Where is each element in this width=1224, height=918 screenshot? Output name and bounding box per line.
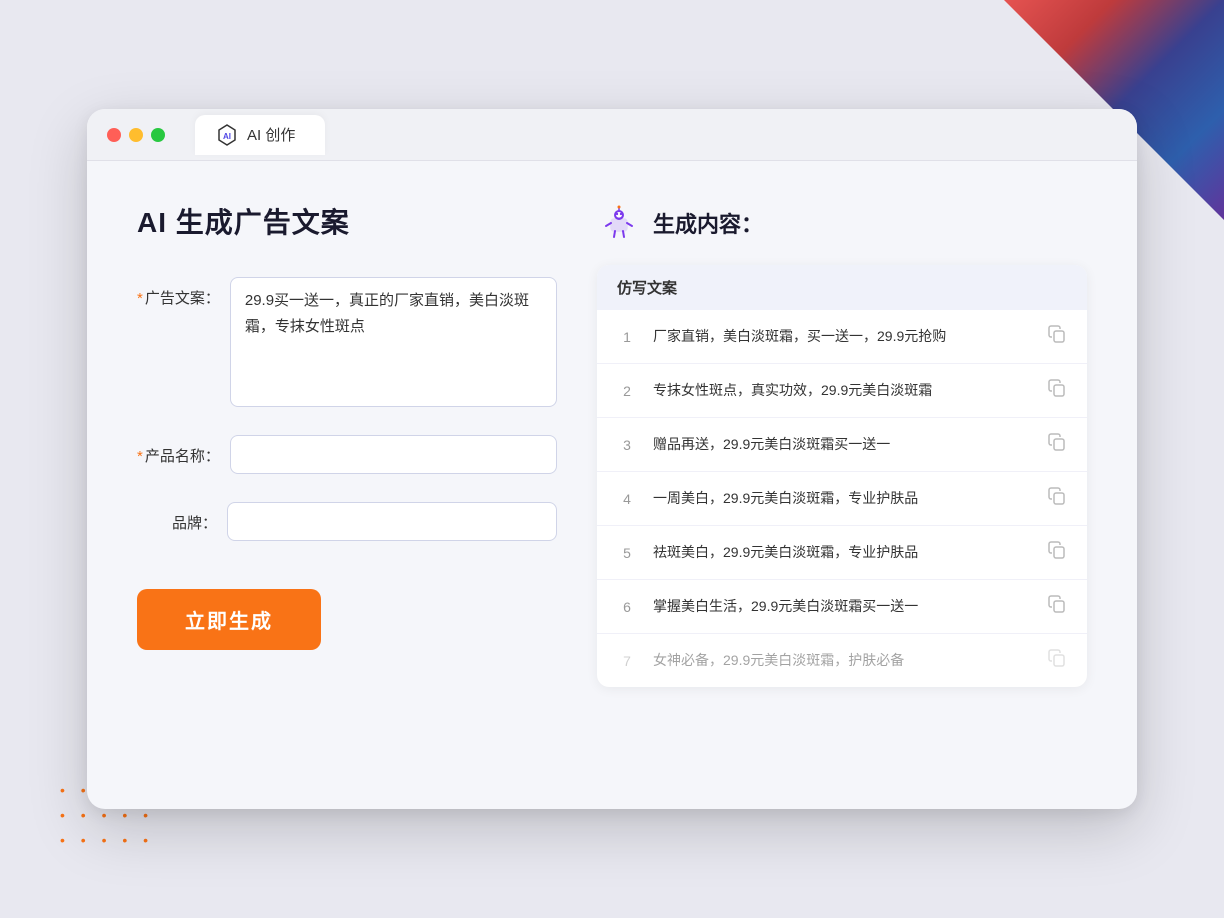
browser-chrome: AI AI 创作 (87, 109, 1137, 161)
result-row: 4 一周美白，29.9元美白淡斑霜，专业护肤品 (597, 472, 1087, 526)
main-content: AI 生成广告文案 *广告文案： 29.9买一送一，真正的厂家直销，美白淡斑霜，… (87, 161, 1137, 801)
result-table: 仿写文案 1 厂家直销，美白淡斑霜，买一送一，29.9元抢购 2 专抹女性斑点，真实… (597, 265, 1087, 687)
row-number: 3 (617, 437, 637, 453)
result-row: 1 厂家直销，美白淡斑霜，买一送一，29.9元抢购 (597, 310, 1087, 364)
row-text: 女神必备，29.9元美白淡斑霜，护肤必备 (653, 650, 1031, 671)
traffic-lights (107, 128, 165, 142)
result-row: 5 祛斑美白，29.9元美白淡斑霜，专业护肤品 (597, 526, 1087, 580)
row-text: 赠品再送，29.9元美白淡斑霜买一送一 (653, 434, 1031, 455)
result-row: 7 女神必备，29.9元美白淡斑霜，护肤必备 (597, 634, 1087, 687)
ad-copy-input[interactable]: 29.9买一送一，真正的厂家直销，美白淡斑霜，专抹女性斑点 (230, 277, 557, 407)
brand-label: 品牌： (137, 502, 217, 533)
result-table-header: 仿写文案 (597, 265, 1087, 310)
row-number: 2 (617, 383, 637, 399)
row-text: 祛斑美白，29.9元美白淡斑霜，专业护肤品 (653, 542, 1031, 563)
result-row: 2 专抹女性斑点，真实功效，29.9元美白淡斑霜 (597, 364, 1087, 418)
brand-input[interactable]: 好白 (227, 502, 557, 541)
row-text: 厂家直销，美白淡斑霜，买一送一，29.9元抢购 (653, 326, 1031, 347)
product-name-input[interactable]: 美白淡斑霜 (230, 435, 557, 474)
row-number: 6 (617, 599, 637, 615)
browser-window: AI AI 创作 AI 生成广告文案 *广告文案： 29.9买一送一，真正的厂家… (87, 109, 1137, 809)
copy-icon[interactable] (1047, 432, 1067, 457)
product-name-required-star: * (137, 448, 143, 465)
copy-icon[interactable] (1047, 486, 1067, 511)
result-title: 生成内容： (653, 207, 763, 239)
row-number: 1 (617, 329, 637, 345)
traffic-light-minimize[interactable] (129, 128, 143, 142)
ai-hex-icon: AI (215, 123, 239, 147)
row-text: 专抹女性斑点，真实功效，29.9元美白淡斑霜 (653, 380, 1031, 401)
row-text: 一周美白，29.9元美白淡斑霜，专业护肤品 (653, 488, 1031, 509)
form-row-brand: 品牌： 好白 (137, 502, 557, 541)
copy-icon[interactable] (1047, 648, 1067, 673)
svg-text:AI: AI (223, 132, 231, 141)
copy-icon[interactable] (1047, 378, 1067, 403)
product-name-label: *产品名称： (137, 435, 220, 466)
traffic-light-close[interactable] (107, 128, 121, 142)
row-number: 4 (617, 491, 637, 507)
generate-button[interactable]: 立即生成 (137, 589, 321, 650)
copy-icon[interactable] (1047, 324, 1067, 349)
tab-label: AI 创作 (247, 124, 295, 145)
page-title: AI 生成广告文案 (137, 201, 557, 241)
form-row-product-name: *产品名称： 美白淡斑霜 (137, 435, 557, 474)
result-header: 生成内容： (597, 201, 1087, 245)
result-row: 3 赠品再送，29.9元美白淡斑霜买一送一 (597, 418, 1087, 472)
row-text: 掌握美白生活，29.9元美白淡斑霜买一送一 (653, 596, 1031, 617)
right-panel: 生成内容： 仿写文案 1 厂家直销，美白淡斑霜，买一送一，29.9元抢购 2 专抹女… (597, 201, 1087, 761)
result-rows-container: 1 厂家直销，美白淡斑霜，买一送一，29.9元抢购 2 专抹女性斑点，真实功效，29… (597, 310, 1087, 687)
row-number: 5 (617, 545, 637, 561)
ad-copy-required-star: * (137, 290, 143, 307)
robot-icon (597, 201, 641, 245)
browser-tab-ai[interactable]: AI AI 创作 (195, 115, 325, 155)
row-number: 7 (617, 653, 637, 669)
copy-icon[interactable] (1047, 594, 1067, 619)
copy-icon[interactable] (1047, 540, 1067, 565)
traffic-light-maximize[interactable] (151, 128, 165, 142)
form-row-ad-copy: *广告文案： 29.9买一送一，真正的厂家直销，美白淡斑霜，专抹女性斑点 (137, 277, 557, 407)
left-panel: AI 生成广告文案 *广告文案： 29.9买一送一，真正的厂家直销，美白淡斑霜，… (137, 201, 557, 761)
ad-copy-label: *广告文案： (137, 277, 220, 308)
result-row: 6 掌握美白生活，29.9元美白淡斑霜买一送一 (597, 580, 1087, 634)
